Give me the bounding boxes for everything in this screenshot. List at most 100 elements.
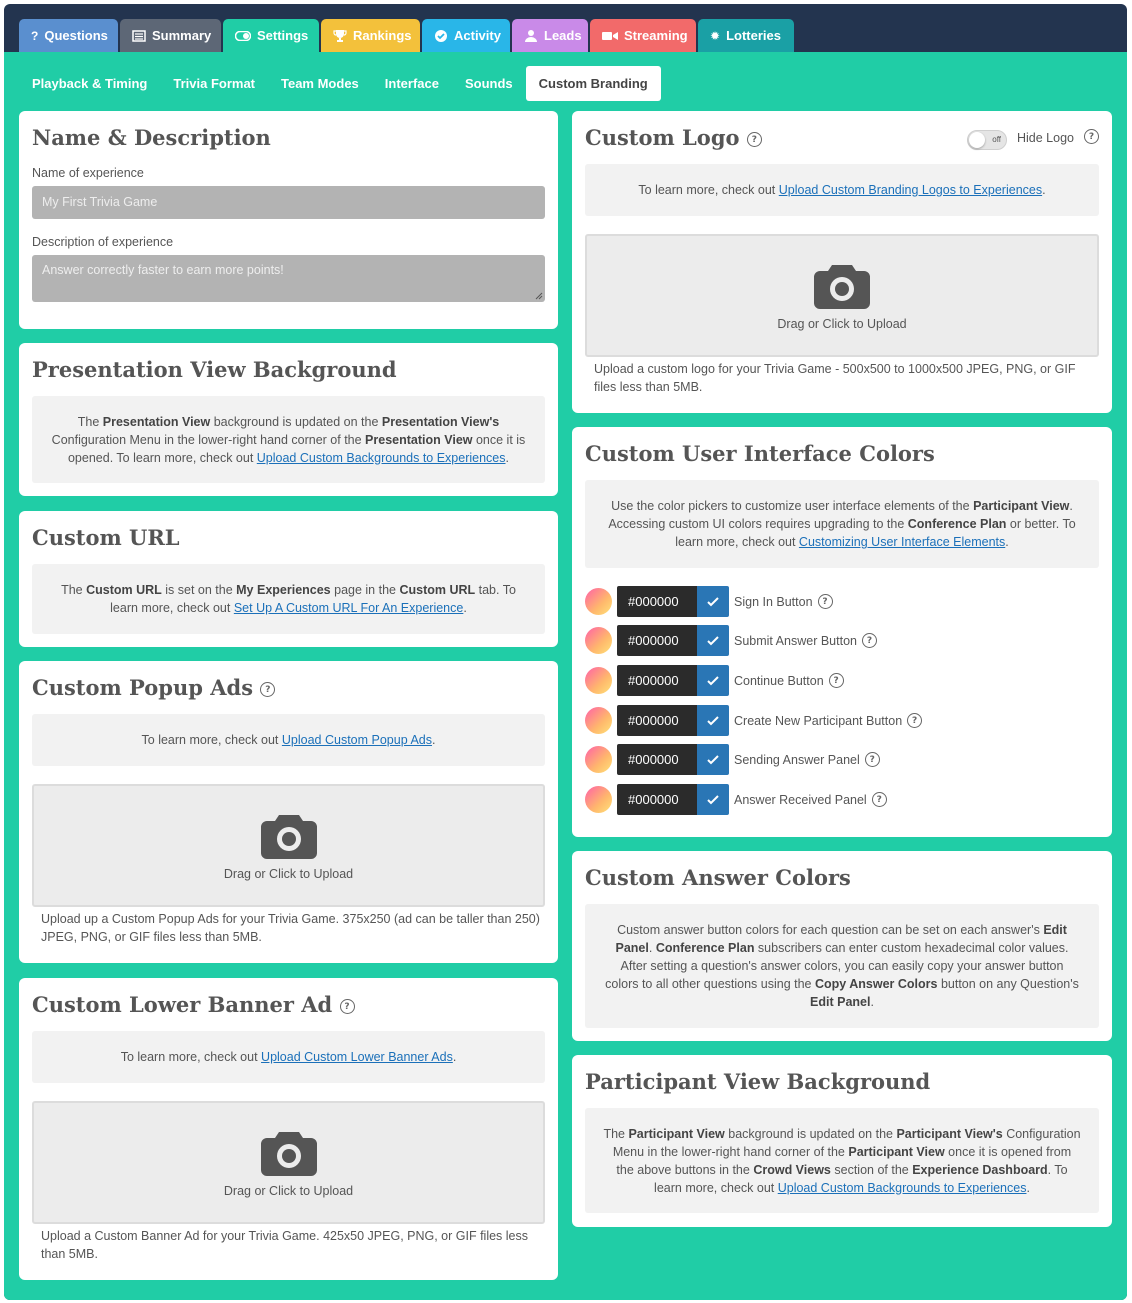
color-row-answer-received: #000000 Answer Received Panel ? xyxy=(585,784,887,815)
answer-colors-info: Custom answer button colors for each que… xyxy=(585,904,1099,1028)
tab-activity[interactable]: Activity xyxy=(422,19,510,52)
help-icon[interactable]: ? xyxy=(339,999,355,1014)
hex-input[interactable]: #000000 xyxy=(617,744,697,775)
card-title: Custom User Interface Colors xyxy=(585,441,935,466)
help-icon[interactable]: ? xyxy=(817,594,833,609)
color-picker-swatch[interactable] xyxy=(585,746,612,773)
camera-icon xyxy=(814,264,870,309)
card-title: Custom URL xyxy=(32,525,180,550)
tab-settings[interactable]: Settings xyxy=(223,19,319,52)
color-label: Sign In Button xyxy=(734,594,813,609)
popup-ads-upload-dropzone[interactable]: Drag or Click to Upload xyxy=(32,784,545,907)
tab-label: Settings xyxy=(257,28,309,43)
hex-input[interactable]: #000000 xyxy=(617,784,697,815)
name-label: Name of experience xyxy=(32,166,144,180)
help-icon[interactable]: ? xyxy=(871,792,887,807)
subtab-interface[interactable]: Interface xyxy=(372,66,452,101)
subtab-team-modes[interactable]: Team Modes xyxy=(268,66,372,101)
hex-input[interactable]: #000000 xyxy=(617,586,697,617)
color-picker-swatch[interactable] xyxy=(585,707,612,734)
lower-banner-card: Custom Lower Banner Ad ? To learn more, … xyxy=(19,978,558,1280)
popup-ads-help-link[interactable]: Upload Custom Popup Ads xyxy=(282,733,432,747)
tab-label: Questions xyxy=(44,28,108,43)
card-title: Participant View Background xyxy=(585,1069,931,1094)
description-textarea[interactable]: Answer correctly faster to earn more poi… xyxy=(32,255,545,302)
color-picker-swatch[interactable] xyxy=(585,786,612,813)
custom-url-info: The Custom URL is set on the My Experien… xyxy=(32,564,545,634)
help-icon[interactable]: ? xyxy=(907,713,923,728)
resize-handle-icon[interactable] xyxy=(535,292,543,300)
color-row-sending-answer: #000000 Sending Answer Panel ? xyxy=(585,744,880,775)
card-title: Custom Logo ? xyxy=(585,125,762,150)
color-label: Submit Answer Button xyxy=(734,633,857,648)
logo-help-link[interactable]: Upload Custom Branding Logos to Experien… xyxy=(779,183,1042,197)
tab-summary[interactable]: Summary xyxy=(120,19,221,52)
help-icon[interactable]: ? xyxy=(260,682,276,697)
toggle-knob xyxy=(969,132,985,148)
name-input[interactable]: My First Trivia Game xyxy=(32,186,545,219)
upload-label: Drag or Click to Upload xyxy=(777,316,907,331)
tab-streaming[interactable]: Streaming xyxy=(590,19,696,52)
video-icon xyxy=(602,30,618,42)
lower-banner-help-link[interactable]: Upload Custom Lower Banner Ads xyxy=(261,1050,453,1064)
card-title: Custom Lower Banner Ad ? xyxy=(32,992,355,1017)
hex-input[interactable]: #000000 xyxy=(617,705,697,736)
help-icon[interactable]: ? xyxy=(861,633,877,648)
subtab-trivia-format[interactable]: Trivia Format xyxy=(160,66,268,101)
lower-banner-upload-dropzone[interactable]: Drag or Click to Upload xyxy=(32,1101,545,1224)
apply-color-button[interactable] xyxy=(697,665,729,696)
color-picker-swatch[interactable] xyxy=(585,588,612,615)
apply-color-button[interactable] xyxy=(697,744,729,775)
tab-rankings[interactable]: Rankings xyxy=(321,19,420,52)
card-title: Custom Popup Ads ? xyxy=(32,675,276,700)
hex-input[interactable]: #000000 xyxy=(617,625,697,656)
main-tabs: ? Questions Summary Settings Rankings Ac… xyxy=(19,19,796,52)
toggle-icon xyxy=(235,30,251,41)
backgrounds-help-link[interactable]: Upload Custom Backgrounds to Experiences xyxy=(257,451,506,465)
upload-label: Drag or Click to Upload xyxy=(223,1183,354,1198)
participant-backgrounds-help-link[interactable]: Upload Custom Backgrounds to Experiences xyxy=(778,1181,1027,1195)
apply-color-button[interactable] xyxy=(697,625,729,656)
settings-subtabs: Playback & Timing Trivia Format Team Mod… xyxy=(19,66,661,101)
apply-color-button[interactable] xyxy=(697,784,729,815)
color-label: Create New Participant Button xyxy=(734,713,903,728)
participant-background-card: Participant View Background The Particip… xyxy=(572,1055,1112,1227)
tab-label: Activity xyxy=(454,28,501,43)
custom-logo-upload-dropzone[interactable]: Drag or Click to Upload xyxy=(585,234,1099,357)
ui-colors-info: Use the color pickers to customize user … xyxy=(585,480,1099,568)
check-icon xyxy=(707,596,719,606)
color-picker-swatch[interactable] xyxy=(585,627,612,654)
apply-color-button[interactable] xyxy=(697,705,729,736)
check-icon xyxy=(707,794,719,804)
color-picker-swatch[interactable] xyxy=(585,667,612,694)
lower-banner-description: Upload a Custom Banner Ad for your Trivi… xyxy=(41,1229,529,1261)
ui-colors-help-link[interactable]: Customizing User Interface Elements xyxy=(799,535,1005,549)
hex-input[interactable]: #000000 xyxy=(617,665,697,696)
subtab-playback-timing[interactable]: Playback & Timing xyxy=(19,66,160,101)
check-icon xyxy=(707,675,719,685)
hide-logo-toggle[interactable]: off xyxy=(967,130,1007,150)
subtab-sounds[interactable]: Sounds xyxy=(452,66,526,101)
custom-logo-info: To learn more, check out Upload Custom B… xyxy=(585,164,1099,216)
tab-leads[interactable]: Leads xyxy=(512,19,588,52)
help-icon[interactable]: ? xyxy=(746,132,762,147)
check-icon xyxy=(707,635,719,645)
color-label: Continue Button xyxy=(734,673,824,688)
tab-questions[interactable]: ? Questions xyxy=(19,19,118,52)
apply-color-button[interactable] xyxy=(697,586,729,617)
card-title: Presentation View Background xyxy=(32,357,397,382)
popup-ads-info: To learn more, check out Upload Custom P… xyxy=(32,714,545,766)
subtab-custom-branding[interactable]: Custom Branding xyxy=(525,66,661,101)
trophy-icon xyxy=(333,29,347,43)
upload-label: Drag or Click to Upload xyxy=(223,866,354,881)
ui-colors-card: Custom User Interface Colors Use the col… xyxy=(572,427,1112,837)
help-icon[interactable]: ? xyxy=(864,752,880,767)
tab-label: Rankings xyxy=(353,28,412,43)
help-icon[interactable]: ? xyxy=(828,673,844,688)
help-icon[interactable]: ? xyxy=(1084,129,1099,144)
custom-url-card: Custom URL The Custom URL is set on the … xyxy=(19,511,558,647)
presentation-background-card: Presentation View Background The Present… xyxy=(19,343,558,496)
tab-lotteries[interactable]: ✹ Lotteries xyxy=(698,19,794,52)
check-circle-icon xyxy=(434,29,448,43)
custom-url-help-link[interactable]: Set Up A Custom URL For An Experience xyxy=(234,601,464,615)
